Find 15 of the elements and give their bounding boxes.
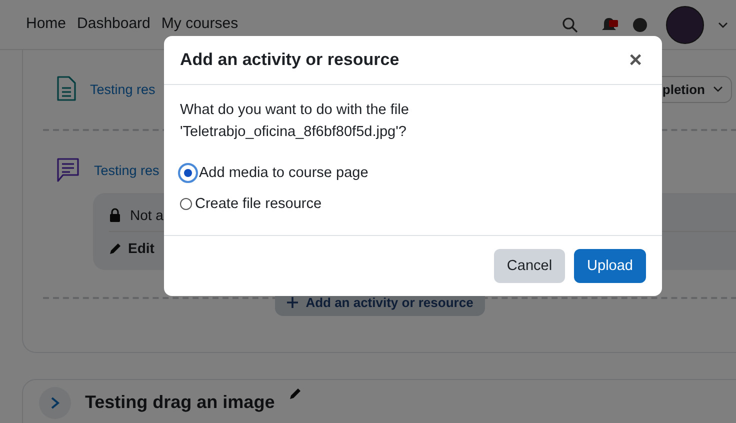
restriction-text: Not a xyxy=(130,207,164,223)
activity-link[interactable]: Testing res xyxy=(94,162,160,178)
section-title: Testing drag an image xyxy=(85,392,275,413)
close-button[interactable]: × xyxy=(625,47,646,73)
radio-option[interactable]: Add media to course page xyxy=(180,157,646,188)
activity-link[interactable]: Testing res xyxy=(90,82,156,96)
edit-link[interactable]: Edit xyxy=(109,240,154,256)
nav-link[interactable]: My courses xyxy=(161,15,238,32)
radio-option[interactable]: Create file resource xyxy=(180,188,646,219)
question-text: What do you want to do with the file 'Teletrabjo_oficina_8f6bf80f5d.jpg'? xyxy=(180,101,410,142)
nav-link[interactable]: Home xyxy=(26,15,66,32)
upload-button[interactable]: Upload xyxy=(574,249,646,283)
nav-link[interactable]: Dashboard xyxy=(77,15,150,32)
dialog-title: Add an activity or resource xyxy=(180,50,400,70)
cancel-button[interactable]: Cancel xyxy=(494,249,566,283)
